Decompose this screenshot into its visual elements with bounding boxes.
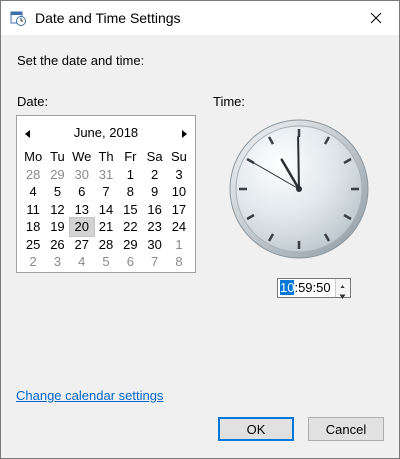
clock-center (296, 186, 302, 192)
calendar-month-year[interactable]: June, 2018 (17, 125, 195, 140)
calendar-day[interactable]: 16 (142, 201, 166, 219)
calendar-day[interactable]: 6 (70, 183, 94, 201)
calendar-day[interactable]: 9 (142, 183, 166, 201)
next-month-button[interactable] (179, 126, 189, 138)
time-input[interactable]: 10:59:50 (277, 278, 351, 299)
calendar-day[interactable]: 24 (167, 218, 191, 236)
calendar-day[interactable]: 20 (68, 217, 95, 237)
calendar-day[interactable]: 5 (45, 183, 69, 201)
calendar-day[interactable]: 5 (94, 253, 118, 271)
calendar-day[interactable]: 19 (45, 218, 69, 236)
calendar-day[interactable]: 11 (21, 201, 45, 219)
calendar-day[interactable]: 18 (21, 218, 45, 236)
calendar-day[interactable]: 4 (70, 253, 94, 271)
calendar-day[interactable]: 3 (45, 253, 69, 271)
change-calendar-settings-link[interactable]: Change calendar settings (16, 388, 163, 403)
calendar-day[interactable]: 21 (94, 218, 118, 236)
weekday-header: Mo (24, 149, 43, 164)
date-time-dialog: Date and Time Settings Set the date and … (0, 0, 400, 459)
calendar-day[interactable]: 28 (94, 236, 118, 254)
calendar-day[interactable]: 17 (167, 201, 191, 219)
calendar-day[interactable]: 25 (21, 236, 45, 254)
calendar-day[interactable]: 12 (45, 201, 69, 219)
chevron-right-icon (182, 130, 187, 138)
minute-hand (297, 136, 300, 190)
calendar-day[interactable]: 28 (21, 166, 45, 184)
calendar: June, 2018 Mo Tu We Th Fr Sa Su 28 29 30 31 1 2 3 4 5 6 7… (16, 115, 196, 273)
dialog-heading: Set the date and time: (17, 53, 145, 68)
weekday-header: Sa (146, 149, 163, 164)
calendar-day[interactable]: 7 (142, 253, 166, 271)
calendar-day[interactable]: 15 (118, 201, 142, 219)
calendar-day[interactable]: 26 (45, 236, 69, 254)
calendar-day[interactable]: 3 (167, 166, 191, 184)
calendar-day[interactable]: 27 (70, 236, 94, 254)
calendar-day[interactable]: 30 (70, 166, 94, 184)
calendar-grid: Mo Tu We Th Fr Sa Su 28 29 30 31 1 2 3 4 5 6 7 8 9 10 11 12 13 1… (21, 148, 191, 271)
calendar-day[interactable]: 29 (118, 236, 142, 254)
time-decrement-button[interactable] (335, 288, 350, 299)
calendar-day[interactable]: 2 (142, 166, 166, 184)
calendar-day[interactable]: 1 (118, 166, 142, 184)
close-icon (370, 12, 382, 24)
calendar-day[interactable]: 31 (94, 166, 118, 184)
window-title: Date and Time Settings (35, 10, 181, 26)
calendar-day[interactable]: 8 (167, 253, 191, 271)
calendar-day[interactable]: 10 (167, 183, 191, 201)
weekday-header: Th (98, 149, 114, 164)
time-label: Time: (213, 94, 246, 109)
ok-button[interactable]: OK (218, 417, 294, 441)
weekday-header: Tu (50, 149, 65, 164)
calendar-day[interactable]: 1 (167, 236, 191, 254)
close-button[interactable] (353, 1, 399, 35)
calendar-day[interactable]: 2 (21, 253, 45, 271)
calendar-day[interactable]: 22 (118, 218, 142, 236)
calendar-day[interactable]: 6 (118, 253, 142, 271)
calendar-day[interactable]: 7 (94, 183, 118, 201)
triangle-down-icon (339, 294, 346, 299)
time-minutes-seconds[interactable]: :59:50 (294, 280, 330, 295)
calendar-header: June, 2018 (17, 116, 195, 146)
calendar-day[interactable]: 29 (45, 166, 69, 184)
calendar-day[interactable]: 4 (21, 183, 45, 201)
calendar-day[interactable]: 13 (70, 201, 94, 219)
date-label: Date: (17, 94, 49, 109)
weekday-header: Fr (124, 149, 137, 164)
cancel-button[interactable]: Cancel (308, 417, 384, 441)
analog-clock (229, 119, 369, 259)
calendar-clock-icon (10, 10, 26, 26)
calendar-day[interactable]: 23 (142, 218, 166, 236)
calendar-day[interactable]: 8 (118, 183, 142, 201)
weekday-header: We (72, 149, 92, 164)
title-bar: Date and Time Settings (1, 1, 399, 35)
time-hours-segment[interactable]: 10 (280, 280, 295, 295)
weekday-header: Su (170, 149, 187, 164)
calendar-day[interactable]: 14 (94, 201, 118, 219)
calendar-day[interactable]: 30 (142, 236, 166, 254)
